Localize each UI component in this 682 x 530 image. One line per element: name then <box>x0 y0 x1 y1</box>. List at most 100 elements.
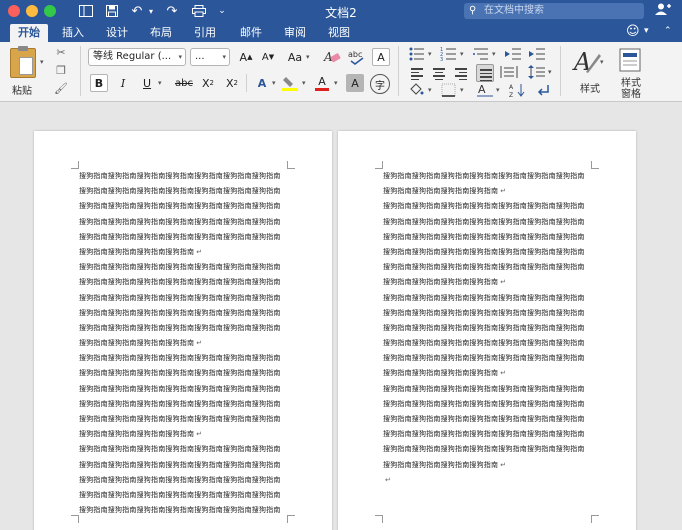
text-effects-label: A <box>257 76 267 90</box>
highlight-dropdown-icon[interactable]: ▾ <box>302 79 306 87</box>
highlight-button[interactable] <box>280 74 300 92</box>
styles-gallery-button[interactable]: A ▾ 样式 <box>570 46 606 98</box>
tab-review[interactable]: 审阅 <box>278 24 312 42</box>
clear-formatting-button[interactable]: A <box>320 48 344 66</box>
font-size-dropdown-icon: ▾ <box>222 53 226 61</box>
phonetic-guide-button[interactable]: 字 <box>370 74 390 94</box>
subscript-button[interactable]: X2 <box>198 74 218 92</box>
tab-home[interactable]: 开始 <box>10 24 48 42</box>
ribbon-separator <box>246 74 247 92</box>
copy-icon[interactable]: ❐ <box>54 64 68 78</box>
font-color-button[interactable]: A <box>312 74 332 92</box>
shading-dropdown-icon[interactable]: ▾ <box>428 86 432 94</box>
tab-design[interactable]: 设计 <box>100 24 134 42</box>
sidebar-toggle-icon[interactable] <box>78 3 94 19</box>
paste-button[interactable]: ▾ 粘贴 <box>6 44 44 98</box>
superscript-button[interactable]: X2 <box>222 74 242 92</box>
character-shading-button[interactable]: A <box>346 74 364 92</box>
increase-indent-button[interactable] <box>528 46 546 64</box>
format-painter-icon[interactable]: 🖌 <box>54 82 68 96</box>
text-line: 搜狗指南搜狗指南搜狗指南搜狗指南搜狗指南搜狗指南搜狗指南 <box>79 354 281 363</box>
redo-icon[interactable]: ↷ <box>164 3 180 19</box>
share-user-icon[interactable] <box>655 3 671 19</box>
cut-icon[interactable]: ✂ <box>54 46 68 60</box>
text-effects-dropdown-icon[interactable]: ▾ <box>272 79 276 87</box>
styles-pane-button[interactable]: 样式 窗格 <box>614 46 648 100</box>
bullets-dropdown-icon[interactable]: ▾ <box>428 50 432 58</box>
change-case-dropdown-icon[interactable]: ▾ <box>306 53 310 61</box>
page-1-text[interactable]: 搜狗指南搜狗指南搜狗指南搜狗指南搜狗指南搜狗指南搜狗指南 搜狗指南搜狗指南搜狗指南… <box>79 169 289 518</box>
shading-button[interactable] <box>408 82 426 100</box>
search-input[interactable]: ⚲ 在文档中搜索 <box>464 3 644 19</box>
close-window-button[interactable] <box>8 5 20 17</box>
text-line: 搜狗指南搜狗指南搜狗指南搜狗指南搜狗指南搜狗指南搜狗指南 <box>383 399 585 408</box>
text-line: 搜狗指南搜狗指南搜狗指南搜狗指南搜狗指南搜狗指南搜狗指南 <box>79 308 281 317</box>
distributed-icon <box>500 66 518 78</box>
svg-text:A: A <box>478 83 486 96</box>
strikethrough-button[interactable]: abc <box>172 74 196 92</box>
spell-check-icon[interactable]: abc <box>346 48 368 66</box>
sort-button[interactable]: AZ <box>508 82 526 100</box>
align-center-button[interactable] <box>430 64 448 82</box>
paragraph-mark-icon: ↵ <box>500 187 507 196</box>
print-icon[interactable] <box>190 3 208 19</box>
customize-toolbar-icon[interactable]: ⌄ <box>216 3 228 19</box>
align-right-button[interactable] <box>452 64 470 82</box>
align-right-icon <box>455 68 467 82</box>
tab-view[interactable]: 视图 <box>322 24 356 42</box>
italic-button[interactable]: I <box>114 74 132 92</box>
change-case-button[interactable]: Aa <box>284 48 306 66</box>
paint-bucket-icon <box>410 83 424 95</box>
undo-dropdown-icon[interactable]: ▾ <box>146 3 156 19</box>
font-color-dropdown-icon[interactable]: ▾ <box>334 79 338 87</box>
decrease-indent-button[interactable] <box>504 46 522 64</box>
asian-layout-button[interactable]: A <box>476 82 494 100</box>
page-2[interactable]: 搜狗指南搜狗指南搜狗指南搜狗指南搜狗指南搜狗指南搜狗指南 搜狗指南搜狗指南搜狗指南… <box>338 131 636 530</box>
paste-dropdown-icon[interactable]: ▾ <box>40 58 44 66</box>
undo-icon[interactable]: ↶ <box>128 3 146 19</box>
tab-mailings[interactable]: 邮件 <box>234 24 268 42</box>
align-left-button[interactable] <box>408 64 426 82</box>
line-spacing-dropdown-icon[interactable]: ▾ <box>548 68 552 76</box>
increase-indent-icon <box>529 48 545 60</box>
page-1[interactable]: 搜狗指南搜狗指南搜狗指南搜狗指南搜狗指南搜狗指南搜狗指南 搜狗指南搜狗指南搜狗指南… <box>34 131 332 530</box>
asian-layout-dropdown-icon[interactable]: ▾ <box>496 86 500 94</box>
feedback-smiley-icon[interactable]: ☺ <box>626 24 640 39</box>
borders-dropdown-icon[interactable]: ▾ <box>460 86 464 94</box>
underline-button[interactable]: U <box>138 74 156 92</box>
distributed-button[interactable] <box>500 64 518 82</box>
ribbon-separator <box>80 46 81 96</box>
page-2-text[interactable]: 搜狗指南搜狗指南搜狗指南搜狗指南搜狗指南搜狗指南搜狗指南 搜狗指南搜狗指南搜狗指南… <box>383 169 593 488</box>
document-area[interactable]: 搜狗指南搜狗指南搜狗指南搜狗指南搜狗指南搜狗指南搜狗指南 搜狗指南搜狗指南搜狗指南… <box>0 103 682 530</box>
highlighter-icon <box>282 77 298 91</box>
line-spacing-button[interactable] <box>528 64 546 82</box>
borders-button[interactable] <box>440 82 458 100</box>
maximize-window-button[interactable] <box>44 5 56 17</box>
multilevel-list-button[interactable] <box>472 46 490 64</box>
text-line: 搜狗指南搜狗指南搜狗指南搜狗指南搜狗指南搜狗指南搜狗指南 <box>383 323 585 332</box>
text-effects-button[interactable]: A <box>252 74 272 92</box>
text-line: 搜狗指南搜狗指南搜狗指南搜狗指南搜狗指南搜狗指南搜狗指南 <box>79 172 281 180</box>
show-formatting-button[interactable] <box>534 82 552 100</box>
justify-button[interactable] <box>476 64 494 82</box>
collapse-ribbon-icon[interactable]: ⌃ <box>664 26 672 36</box>
feedback-dropdown-icon[interactable]: ▾ <box>644 26 649 36</box>
bold-button[interactable]: B <box>90 74 108 92</box>
tab-insert[interactable]: 插入 <box>56 24 90 42</box>
multilevel-dropdown-icon[interactable]: ▾ <box>492 50 496 58</box>
font-size-combo[interactable]: ... ▾ <box>190 48 230 66</box>
grow-font-button[interactable]: A ▲ <box>236 48 256 66</box>
text-line: 搜狗指南搜狗指南搜狗指南搜狗指南搜狗指南搜狗指南搜狗指南 <box>79 232 281 241</box>
text-box-icon[interactable]: A <box>372 48 390 66</box>
numbering-dropdown-icon[interactable]: ▾ <box>460 50 464 58</box>
minimize-window-button[interactable] <box>26 5 38 17</box>
styles-pane-icon <box>619 48 641 72</box>
save-icon[interactable] <box>104 3 120 19</box>
tab-layout[interactable]: 布局 <box>144 24 178 42</box>
shrink-font-button[interactable]: A ▼ <box>258 48 278 66</box>
tab-references[interactable]: 引用 <box>188 24 222 42</box>
underline-dropdown-icon[interactable]: ▾ <box>158 79 162 87</box>
numbering-button[interactable]: 123 <box>440 46 458 64</box>
font-name-combo[interactable]: 等线 Regular (... ▾ <box>88 48 186 66</box>
bullets-button[interactable] <box>408 46 426 64</box>
